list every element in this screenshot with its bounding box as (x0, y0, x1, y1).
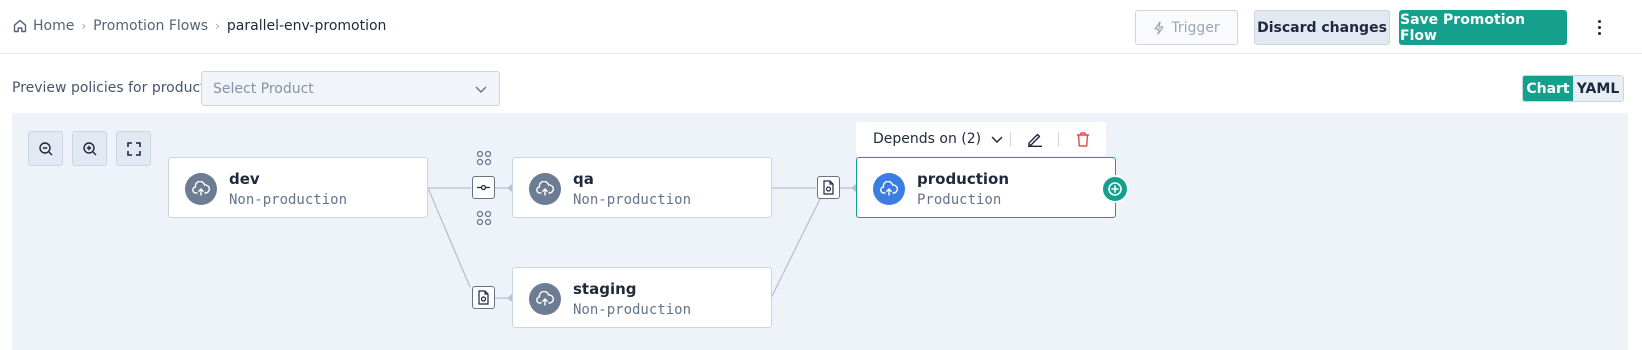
node-subtitle: Production (917, 192, 1002, 208)
zoom-in-button[interactable] (72, 131, 107, 166)
preview-policies-label: Preview policies for product: (12, 80, 211, 96)
breadcrumb: Home › Promotion Flows › parallel-env-pr… (12, 18, 386, 34)
trash-icon (1076, 131, 1089, 147)
edit-button[interactable] (1011, 122, 1058, 156)
node-subtitle: Non-production (573, 192, 692, 208)
depends-on-label: Depends on (2) (873, 131, 982, 147)
pencil-icon (1027, 133, 1042, 147)
node-title: production (917, 170, 1010, 188)
zoom-in-icon (82, 141, 96, 155)
dependency-condition-icon[interactable] (472, 176, 495, 199)
trigger-label: Trigger (1171, 19, 1220, 36)
yaml-view-tab[interactable]: YAML (1573, 76, 1623, 101)
kebab-icon[interactable] (1592, 16, 1606, 38)
trigger-button[interactable]: Trigger (1135, 10, 1238, 45)
node-production[interactable]: production Production (856, 157, 1116, 218)
top-bar: Home › Promotion Flows › parallel-env-pr… (0, 0, 1642, 54)
save-promotion-flow-button[interactable]: Save Promotion Flow (1399, 10, 1567, 45)
breadcrumb-home-label: Home (33, 18, 75, 34)
lightning-icon (1154, 20, 1164, 35)
document-check-icon[interactable] (817, 176, 840, 199)
zoom-out-icon (38, 141, 52, 155)
node-dev[interactable]: dev Non-production (168, 157, 428, 218)
node-subtitle: Non-production (573, 302, 692, 318)
home-icon (13, 19, 27, 33)
fit-screen-icon (126, 141, 141, 156)
delete-button[interactable] (1059, 122, 1106, 156)
breadcrumb-home[interactable]: Home (12, 18, 74, 34)
fit-screen-button[interactable] (116, 131, 151, 166)
node-title: staging (573, 280, 637, 298)
discard-changes-button[interactable]: Discard changes (1254, 10, 1390, 45)
cloud-upload-icon (185, 173, 217, 205)
depends-on-dropdown[interactable]: Depends on (2) (856, 122, 1010, 156)
node-qa[interactable]: qa Non-production (512, 157, 772, 218)
plus-circle-icon[interactable] (1101, 175, 1129, 203)
document-check-icon[interactable] (472, 286, 495, 309)
view-toggle: Chart YAML (1522, 75, 1624, 102)
cloud-upload-icon (529, 283, 561, 315)
flow-canvas[interactable] (12, 113, 1628, 350)
chevron-down-icon (991, 136, 1003, 144)
policy-group-icon[interactable] (476, 210, 492, 226)
node-toolbar: Depends on (2) (856, 122, 1106, 156)
node-title: dev (229, 170, 260, 188)
chart-view-tab[interactable]: Chart (1523, 76, 1573, 101)
product-select-placeholder: Select Product (213, 80, 314, 97)
cloud-upload-icon (873, 173, 905, 205)
node-subtitle: Non-production (229, 192, 348, 208)
policy-group-icon[interactable] (476, 150, 492, 166)
product-select[interactable]: Select Product (201, 71, 500, 106)
cloud-upload-icon (529, 173, 561, 205)
breadcrumb-promotion-flows[interactable]: Promotion Flows (93, 18, 208, 34)
node-title: qa (573, 170, 594, 188)
node-staging[interactable]: staging Non-production (512, 267, 772, 328)
chevron-down-icon (475, 86, 487, 93)
zoom-out-button[interactable] (28, 131, 63, 166)
breadcrumb-separator: › (81, 19, 87, 33)
breadcrumb-separator: › (215, 19, 220, 33)
breadcrumb-current: parallel-env-promotion (226, 18, 387, 34)
